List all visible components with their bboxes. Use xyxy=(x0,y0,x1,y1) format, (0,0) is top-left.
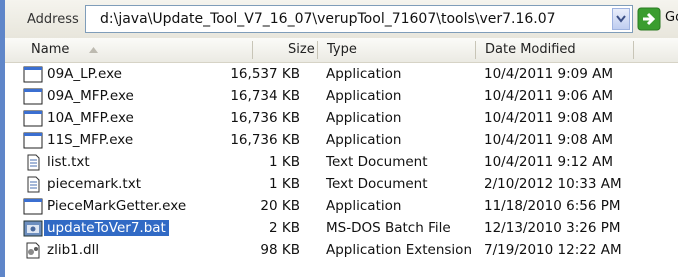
file-type: Application xyxy=(326,66,402,82)
file-size: 16,734 KB xyxy=(230,88,300,104)
column-header-row: Name Size Type Date Modified xyxy=(5,38,678,63)
file-date: 10/4/2011 9:12 AM xyxy=(484,154,614,170)
column-divider[interactable] xyxy=(475,41,476,59)
file-row-selected[interactable]: updateToVer7.bat 2 KB MS-DOS Batch File … xyxy=(5,218,678,239)
file-type: Application Extension xyxy=(326,242,472,258)
chevron-down-icon xyxy=(616,15,626,23)
address-bar: Address d:\java\Update_Tool_V7_16_07\ver… xyxy=(5,0,678,39)
file-date: 10/4/2011 9:08 AM xyxy=(484,132,614,148)
go-button[interactable] xyxy=(637,7,661,31)
file-row[interactable]: 09A_MFP.exe 16,734 KB Application 10/4/2… xyxy=(5,86,678,107)
file-size: 1 KB xyxy=(269,154,300,170)
file-name[interactable]: 09A_MFP.exe xyxy=(47,88,134,104)
file-size: 2 KB xyxy=(269,220,300,236)
exe-icon xyxy=(23,110,43,127)
exe-icon xyxy=(23,132,43,149)
file-type: Application xyxy=(326,198,402,214)
file-row[interactable]: piecemark.txt 1 KB Text Document 2/10/20… xyxy=(5,174,678,195)
file-name[interactable]: updateToVer7.bat xyxy=(44,220,169,236)
file-date: 7/19/2010 12:22 AM xyxy=(484,242,622,258)
file-name[interactable]: 09A_LP.exe xyxy=(47,66,122,82)
file-type: Application xyxy=(326,88,402,104)
file-name[interactable]: zlib1.dll xyxy=(47,242,99,258)
column-divider[interactable] xyxy=(252,41,253,59)
exe-icon xyxy=(23,198,43,215)
file-name[interactable]: list.txt xyxy=(47,154,90,170)
file-type: Text Document xyxy=(326,176,428,192)
column-header-name[interactable]: Name xyxy=(31,42,69,57)
file-date: 11/18/2010 6:56 PM xyxy=(484,198,621,214)
file-size: 98 KB xyxy=(260,242,300,258)
dll-icon xyxy=(23,242,43,259)
address-label: Address xyxy=(27,12,79,27)
file-date: 12/13/2010 3:26 PM xyxy=(484,220,621,236)
file-type: MS-DOS Batch File xyxy=(326,220,451,236)
file-type: Text Document xyxy=(326,154,428,170)
file-row[interactable]: 09A_LP.exe 16,537 KB Application 10/4/20… xyxy=(5,64,678,85)
exe-icon xyxy=(23,88,43,105)
sort-ascending-icon xyxy=(89,47,98,53)
file-size: 20 KB xyxy=(260,198,300,214)
file-size: 1 KB xyxy=(269,176,300,192)
file-date: 10/4/2011 9:09 AM xyxy=(484,66,614,82)
text-file-icon xyxy=(23,154,43,171)
file-row[interactable]: 10A_MFP.exe 16,736 KB Application 10/4/2… xyxy=(5,108,678,129)
file-name[interactable]: PieceMarkGetter.exe xyxy=(47,198,186,214)
file-row[interactable]: 11S_MFP.exe 16,736 KB Application 10/4/2… xyxy=(5,130,678,151)
column-divider[interactable] xyxy=(633,41,634,59)
column-header-type[interactable]: Type xyxy=(327,42,357,57)
batch-file-icon xyxy=(23,220,43,237)
file-date: 10/4/2011 9:06 AM xyxy=(484,88,614,104)
file-name[interactable]: 11S_MFP.exe xyxy=(47,132,133,148)
file-size: 16,537 KB xyxy=(230,66,300,82)
file-row[interactable]: PieceMarkGetter.exe 20 KB Application 11… xyxy=(5,196,678,217)
file-size: 16,736 KB xyxy=(230,110,300,126)
address-dropdown-button[interactable] xyxy=(612,8,630,30)
address-input[interactable]: d:\java\Update_Tool_V7_16_07\verupTool_7… xyxy=(85,5,633,33)
address-path[interactable]: d:\java\Update_Tool_V7_16_07\verupTool_7… xyxy=(100,11,556,27)
file-date: 2/10/2012 10:33 AM xyxy=(484,176,622,192)
file-date: 10/4/2011 9:08 AM xyxy=(484,110,614,126)
file-row[interactable]: list.txt 1 KB Text Document 10/4/2011 9:… xyxy=(5,152,678,173)
go-label[interactable]: Go xyxy=(665,10,678,25)
file-name[interactable]: piecemark.txt xyxy=(47,176,141,192)
file-type: Application xyxy=(326,132,402,148)
file-row[interactable]: zlib1.dll 98 KB Application Extension 7/… xyxy=(5,240,678,261)
file-type: Application xyxy=(326,110,402,126)
file-size: 16,736 KB xyxy=(230,132,300,148)
file-name[interactable]: 10A_MFP.exe xyxy=(47,110,134,126)
column-header-date[interactable]: Date Modified xyxy=(485,42,576,57)
column-divider[interactable] xyxy=(317,41,318,59)
exe-icon xyxy=(23,66,43,83)
text-file-icon xyxy=(23,176,43,193)
column-header-size[interactable]: Size xyxy=(288,42,315,57)
